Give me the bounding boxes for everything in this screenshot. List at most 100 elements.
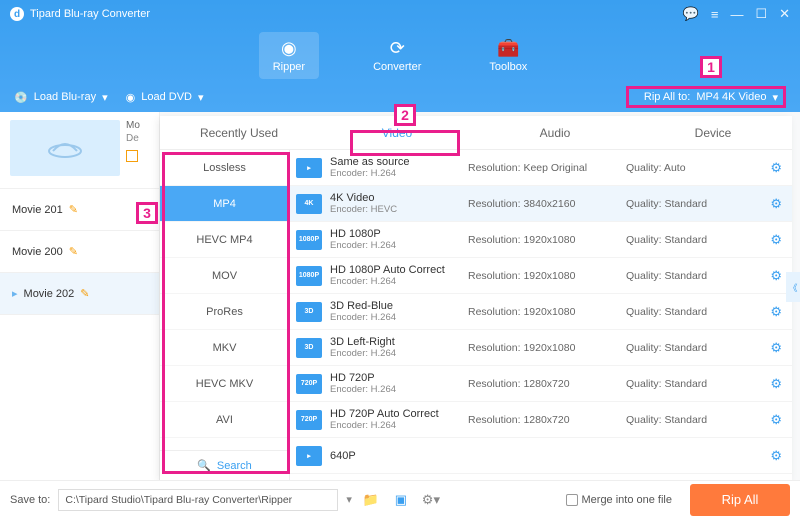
edit-icon[interactable]: ✎	[69, 203, 78, 216]
annotation-1: 1	[700, 56, 722, 78]
edit-icon[interactable]: ✎	[80, 287, 89, 300]
load-dvd-button[interactable]: ◉ Load DVD ▾	[126, 91, 204, 104]
preset-badge-icon: 720P	[296, 410, 322, 430]
gear-icon[interactable]: ⚙	[770, 304, 782, 320]
preset-resolution: Resolution: Keep Original	[468, 162, 618, 174]
panel-tab-device[interactable]: Device	[634, 116, 792, 149]
format-mp4[interactable]: MP4	[160, 186, 289, 222]
panel-tab-audio[interactable]: Audio	[476, 116, 634, 149]
maximize-icon[interactable]: ☐	[755, 6, 767, 22]
bluray-thumb-icon	[10, 120, 120, 176]
preset-row[interactable]: 3D 3D Red-Blue Encoder: H.264 Resolution…	[290, 294, 792, 330]
save-to-label: Save to:	[10, 494, 50, 506]
merge-checkbox[interactable]: Merge into one file	[566, 494, 673, 506]
app-title: Tipard Blu-ray Converter	[30, 8, 150, 20]
preset-row[interactable]: 1080P HD 1080P Auto Correct Encoder: H.2…	[290, 258, 792, 294]
gear-icon[interactable]: ⚙	[770, 232, 782, 248]
settings-dropdown-icon[interactable]: ⚙▾	[420, 489, 442, 511]
tab-converter-label: Converter	[373, 61, 421, 73]
movie-title: Movie 201	[12, 204, 63, 216]
preset-quality: Quality: Standard	[626, 198, 762, 210]
preset-badge-icon: 4K	[296, 194, 322, 214]
rip-all-button[interactable]: Rip All	[690, 484, 790, 516]
format-hevc-mp4[interactable]: HEVC MP4	[160, 222, 289, 258]
panel-tab-device-label: Device	[695, 126, 732, 140]
preset-badge-icon: 3D	[296, 302, 322, 322]
checkbox-icon	[566, 494, 578, 506]
gpu-icon[interactable]: ▣	[390, 489, 412, 511]
preset-resolution: Resolution: 1920x1080	[468, 270, 618, 282]
gear-icon[interactable]: ⚙	[770, 160, 782, 176]
chevron-down-icon: ▾	[772, 91, 778, 104]
folder-icon[interactable]: 📁	[360, 489, 382, 511]
menu-icon[interactable]: ≡	[711, 7, 719, 22]
format-hevc-mkv[interactable]: HEVC MKV	[160, 366, 289, 402]
scroll-collapse-handle[interactable]: 《	[786, 272, 800, 302]
preset-list: ▸ Same as source Encoder: H.264 Resoluti…	[290, 150, 792, 480]
footer: Save to: ▾ 📁 ▣ ⚙▾ Merge into one file Ri…	[0, 480, 800, 518]
preset-row[interactable]: 720P HD 720P Auto Correct Encoder: H.264…	[290, 402, 792, 438]
gear-icon[interactable]: ⚙	[770, 376, 782, 392]
panel-tabs: Recently Used Video Audio Device	[160, 116, 792, 150]
preset-name: HD 720P Auto Correct Encoder: H.264	[330, 408, 460, 431]
preset-name: Same as source Encoder: H.264	[330, 156, 460, 179]
gear-icon[interactable]: ⚙	[770, 196, 782, 212]
minimize-icon[interactable]: —	[730, 7, 743, 22]
header: d Tipard Blu-ray Converter 💬 ≡ — ☐ ✕ ◉ R…	[0, 0, 800, 112]
panel-body: Lossless MP4 HEVC MP4 MOV ProRes MKV HEV…	[160, 150, 792, 480]
save-path-input[interactable]	[58, 489, 338, 511]
panel-tab-recent[interactable]: Recently Used	[160, 116, 318, 149]
format-mov[interactable]: MOV	[160, 258, 289, 294]
preset-quality: Quality: Standard	[626, 234, 762, 246]
tab-toolbox-label: Toolbox	[489, 61, 527, 73]
preset-row[interactable]: 720P HD 720P Encoder: H.264 Resolution: …	[290, 366, 792, 402]
feedback-icon[interactable]: 💬	[683, 6, 699, 22]
panel-tab-recent-label: Recently Used	[200, 126, 278, 140]
load-bluray-button[interactable]: 💿 Load Blu-ray ▾	[14, 91, 108, 104]
panel-tab-audio-label: Audio	[540, 126, 571, 140]
preset-row[interactable]: 3D 3D Left-Right Encoder: H.264 Resoluti…	[290, 330, 792, 366]
preset-quality: Quality: Standard	[626, 342, 762, 354]
format-avi[interactable]: AVI	[160, 402, 289, 438]
format-search-label: Search	[217, 460, 252, 472]
chevron-down-icon[interactable]: ▾	[346, 493, 352, 506]
preset-name: HD 1080P Encoder: H.264	[330, 228, 460, 251]
gear-icon[interactable]: ⚙	[770, 412, 782, 428]
format-prores[interactable]: ProRes	[160, 294, 289, 330]
preset-quality: Quality: Standard	[626, 414, 762, 426]
movie-row-202[interactable]: ▸ Movie 202 ✎	[0, 273, 159, 315]
tab-toolbox[interactable]: 🧰 Toolbox	[475, 32, 541, 79]
format-mkv[interactable]: MKV	[160, 330, 289, 366]
format-lossless[interactable]: Lossless	[160, 150, 289, 186]
rip-all-to-dropdown[interactable]: Rip All to: MP4 4K Video ▾	[636, 88, 786, 107]
main-area: Mo De Movie 201 ✎ Movie 200 ✎ ▸ Movie 20…	[0, 112, 800, 480]
movie-title: Movie 200	[12, 246, 63, 258]
preset-row[interactable]: ▸ Same as source Encoder: H.264 Resoluti…	[290, 150, 792, 186]
preset-quality: Quality: Standard	[626, 306, 762, 318]
movie-row-200[interactable]: Movie 200 ✎	[0, 231, 159, 273]
thumb-de-label: De	[126, 133, 140, 144]
rip-all-to-label: Rip All to:	[644, 91, 690, 103]
preset-row[interactable]: 4K 4K Video Encoder: HEVC Resolution: 38…	[290, 186, 792, 222]
close-icon[interactable]: ✕	[779, 6, 790, 22]
gear-icon[interactable]: ⚙	[770, 340, 782, 356]
preset-row[interactable]: 1080P HD 1080P Encoder: H.264 Resolution…	[290, 222, 792, 258]
preset-badge-icon: ▸	[296, 158, 322, 178]
preset-row[interactable]: ▸ 640P ⚙	[290, 438, 792, 474]
chevron-left-icon: 《	[788, 281, 797, 294]
gear-icon[interactable]: ⚙	[770, 268, 782, 284]
format-sidebar: Lossless MP4 HEVC MP4 MOV ProRes MKV HEV…	[160, 150, 290, 480]
gear-icon[interactable]: ⚙	[770, 448, 782, 464]
movie-thumbnail-area: Mo De	[0, 112, 159, 189]
preset-resolution: Resolution: 1920x1080	[468, 306, 618, 318]
play-icon: ▸	[12, 287, 18, 300]
merge-label: Merge into one file	[582, 494, 673, 506]
tab-converter[interactable]: ⟳ Converter	[359, 32, 435, 79]
thumb-mo-label: Mo	[126, 120, 140, 131]
format-search-button[interactable]: 🔍 Search	[160, 450, 289, 480]
load-dvd-label: Load DVD	[141, 91, 192, 103]
search-icon: 🔍	[197, 459, 211, 472]
edit-icon[interactable]: ✎	[69, 245, 78, 258]
tab-ripper[interactable]: ◉ Ripper	[259, 32, 319, 79]
checkbox-icon[interactable]	[126, 150, 138, 162]
